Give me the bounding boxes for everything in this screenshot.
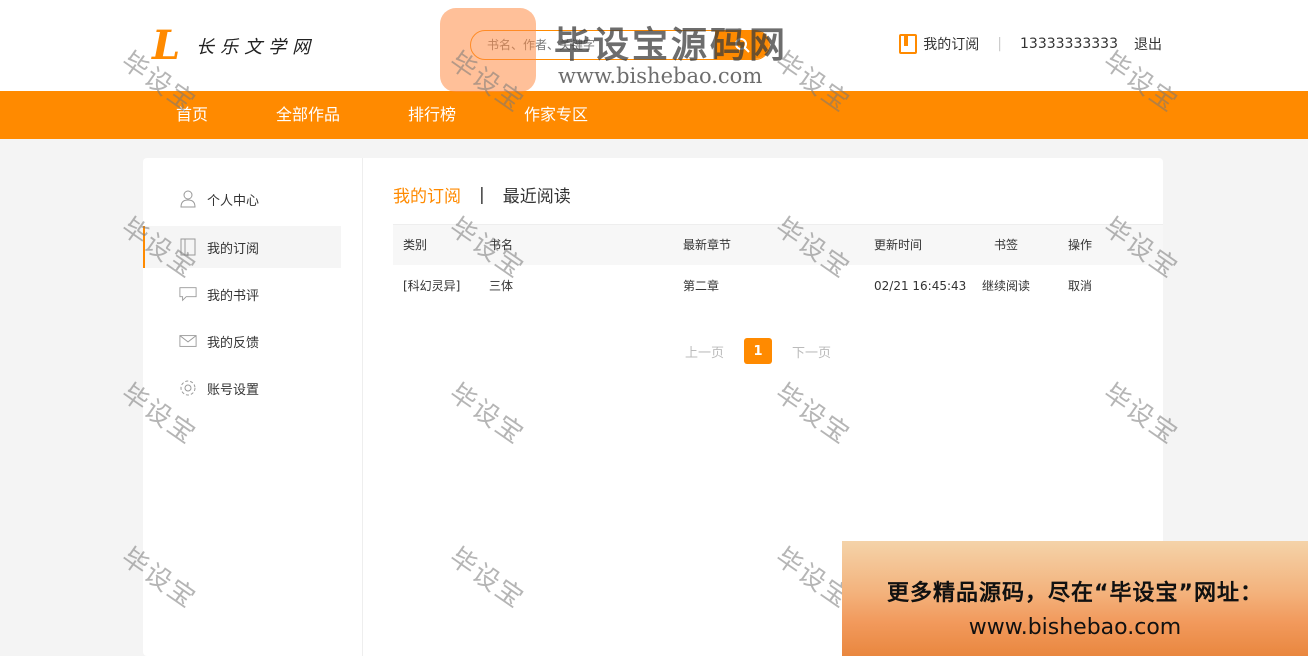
cell-update-time: 02/21 16:45:43 bbox=[874, 278, 967, 293]
prev-page-button[interactable]: 上一页 bbox=[685, 342, 724, 361]
subscription-icon bbox=[899, 34, 918, 54]
promo-url: www.bishebao.com bbox=[968, 615, 1182, 640]
column-header-action: 操作 bbox=[1068, 238, 1093, 253]
cell-book-title[interactable]: 三体 bbox=[479, 265, 673, 307]
table-header-row: 类别 书名 最新章节 更新时间 书签 操作 bbox=[393, 224, 1163, 265]
column-header-title: 书名 bbox=[489, 238, 514, 253]
logo-mark: L bbox=[152, 22, 181, 69]
nav-item-author-zone[interactable]: 作家专区 bbox=[524, 91, 588, 139]
nav-item-home[interactable]: 首页 bbox=[176, 91, 208, 139]
continue-reading-link[interactable]: 继续阅读 bbox=[972, 265, 1058, 307]
nav-item-ranking[interactable]: 排行榜 bbox=[408, 91, 456, 139]
sidebar-item-label: 我的反馈 bbox=[207, 335, 260, 351]
cell-latest-chapter[interactable]: 第二章 bbox=[673, 265, 864, 307]
brand-logo bbox=[440, 8, 536, 92]
gear-icon bbox=[179, 379, 197, 397]
sidebar-item-my-subscription[interactable]: 我的订阅 bbox=[143, 226, 341, 268]
tab-my-subscription[interactable]: 我的订阅 bbox=[393, 182, 461, 207]
sidebar-item-label: 我的书评 bbox=[207, 288, 260, 304]
site-logo[interactable]: L 长乐文学网 bbox=[152, 26, 316, 66]
mail-icon bbox=[179, 332, 197, 350]
sidebar-item-my-reviews[interactable]: 我的书评 bbox=[143, 273, 341, 315]
brand-watermark: 毕设宝源码网 www.bishebao.com bbox=[440, 8, 785, 92]
table-row: [科幻灵异] 三体 第二章 02/21 16:45:43 继续阅读 取消 bbox=[393, 265, 1163, 307]
pagination: 上一页 1 下一页 bbox=[685, 338, 831, 364]
main-nav: 首页 全部作品 排行榜 作家专区 bbox=[0, 91, 1308, 139]
sidebar: 个人中心 我的订阅 我的书评 我的反馈 账号设置 bbox=[143, 158, 363, 656]
column-header-category: 类别 bbox=[403, 238, 428, 253]
content-tabs: 我的订阅 | 最近阅读 bbox=[393, 182, 571, 208]
promo-banner: 更多精品源码，尽在“毕设宝”网址： www.bishebao.com bbox=[842, 541, 1308, 656]
brand-watermark-url: www.bishebao.com bbox=[558, 64, 763, 88]
brand-watermark-title: 毕设宝源码网 bbox=[554, 25, 789, 66]
my-subscription-link[interactable]: 我的订阅 bbox=[923, 34, 979, 54]
next-page-button[interactable]: 下一页 bbox=[792, 342, 831, 361]
sidebar-item-label: 账号设置 bbox=[207, 382, 260, 398]
logout-link[interactable]: 退出 bbox=[1134, 34, 1162, 54]
tab-recent-reading[interactable]: 最近阅读 bbox=[503, 182, 571, 207]
user-area: 我的订阅 | 13333333333 退出 bbox=[899, 34, 1162, 54]
user-phone[interactable]: 13333333333 bbox=[1020, 36, 1118, 52]
cancel-subscription-link[interactable]: 取消 bbox=[1058, 265, 1163, 307]
sidebar-item-my-feedback[interactable]: 我的反馈 bbox=[143, 320, 341, 362]
column-header-bookmark: 书签 bbox=[994, 238, 1019, 253]
promo-text: 更多精品源码，尽在“毕设宝”网址： bbox=[887, 581, 1263, 606]
cell-category: [科幻灵异] bbox=[403, 279, 461, 293]
comment-icon bbox=[179, 285, 197, 303]
subscription-table: 类别 书名 最新章节 更新时间 书签 操作 [科幻灵异] 三体 第二章 02/2… bbox=[393, 224, 1163, 307]
sidebar-item-account-settings[interactable]: 账号设置 bbox=[143, 367, 341, 409]
book-icon bbox=[179, 238, 197, 256]
sidebar-item-label: 我的订阅 bbox=[207, 241, 260, 257]
sidebar-item-label: 个人中心 bbox=[207, 193, 260, 209]
logo-text: 长乐文学网 bbox=[196, 37, 317, 58]
current-page-button[interactable]: 1 bbox=[744, 338, 773, 364]
tab-separator: | bbox=[479, 184, 485, 205]
column-header-update-time: 更新时间 bbox=[874, 238, 923, 253]
header-separator: | bbox=[997, 36, 1003, 52]
column-header-latest-chapter: 最新章节 bbox=[683, 238, 732, 253]
nav-item-all-works[interactable]: 全部作品 bbox=[276, 91, 340, 139]
sidebar-item-personal-center[interactable]: 个人中心 bbox=[143, 178, 341, 220]
user-icon bbox=[179, 190, 197, 208]
